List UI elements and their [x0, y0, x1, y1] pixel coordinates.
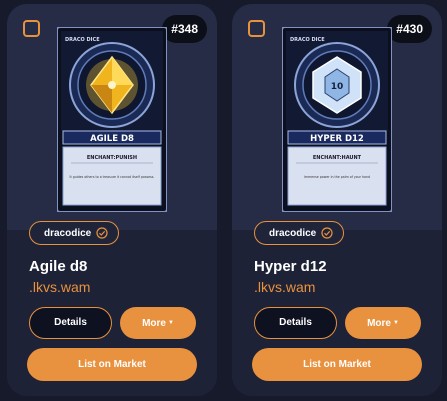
- art-ability-text: ENCHANT:PUNISH: [87, 155, 137, 161]
- owner-account[interactable]: .lkvs.wam: [254, 279, 315, 295]
- more-button-label: More: [367, 318, 391, 329]
- details-button[interactable]: Details: [29, 307, 112, 339]
- card-artwork[interactable]: DRACO DICE AGILE D8 ENCHANT:PUNISH It gu…: [57, 27, 167, 212]
- select-checkbox[interactable]: [248, 20, 265, 37]
- list-on-market-button[interactable]: List on Market: [252, 348, 422, 381]
- collection-badge[interactable]: dracodice: [29, 221, 120, 245]
- caret-down-icon: ▼: [392, 320, 399, 326]
- caret-down-icon: ▼: [167, 320, 174, 326]
- more-button[interactable]: More ▼: [120, 307, 196, 339]
- select-checkbox[interactable]: [23, 20, 40, 37]
- nft-card[interactable]: #430 10 DRACO DICE HYPER D12 ENCHANT:HAU…: [232, 4, 442, 396]
- card-artwork[interactable]: 10 DRACO DICE HYPER D12 ENCHANT:HAUNT Im…: [282, 27, 392, 212]
- owner-account[interactable]: .lkvs.wam: [29, 279, 90, 295]
- collection-name: dracodice: [269, 227, 317, 239]
- asset-name: Agile d8: [29, 258, 88, 275]
- more-button[interactable]: More ▼: [345, 307, 421, 339]
- art-flavor-text: It guides others to a treasure it cannot…: [70, 175, 155, 179]
- asset-name: Hyper d12: [254, 258, 327, 275]
- art-title-text: HYPER D12: [310, 134, 364, 144]
- verified-icon: [321, 227, 333, 239]
- art-brand-text: DRACO DICE: [65, 37, 100, 43]
- art-brand-text: DRACO DICE: [290, 37, 325, 43]
- collection-name: dracodice: [44, 227, 92, 239]
- details-button[interactable]: Details: [254, 307, 337, 339]
- art-title-text: AGILE D8: [90, 134, 134, 144]
- more-button-label: More: [142, 318, 166, 329]
- nft-card[interactable]: #348 DRACO DICE AGILE D8 ENCHANT:PUNISH …: [7, 4, 217, 396]
- verified-icon: [96, 227, 108, 239]
- mint-number-badge: #348: [162, 15, 207, 43]
- list-on-market-button[interactable]: List on Market: [27, 348, 197, 381]
- art-flavor-text: Immense power in the palm of your hand: [304, 175, 370, 179]
- collection-badge[interactable]: dracodice: [254, 221, 345, 245]
- svg-text:10: 10: [331, 82, 344, 92]
- nft-card-grid: #348 DRACO DICE AGILE D8 ENCHANT:PUNISH …: [0, 0, 447, 401]
- mint-number-badge: #430: [387, 15, 432, 43]
- art-ability-text: ENCHANT:HAUNT: [313, 155, 362, 161]
